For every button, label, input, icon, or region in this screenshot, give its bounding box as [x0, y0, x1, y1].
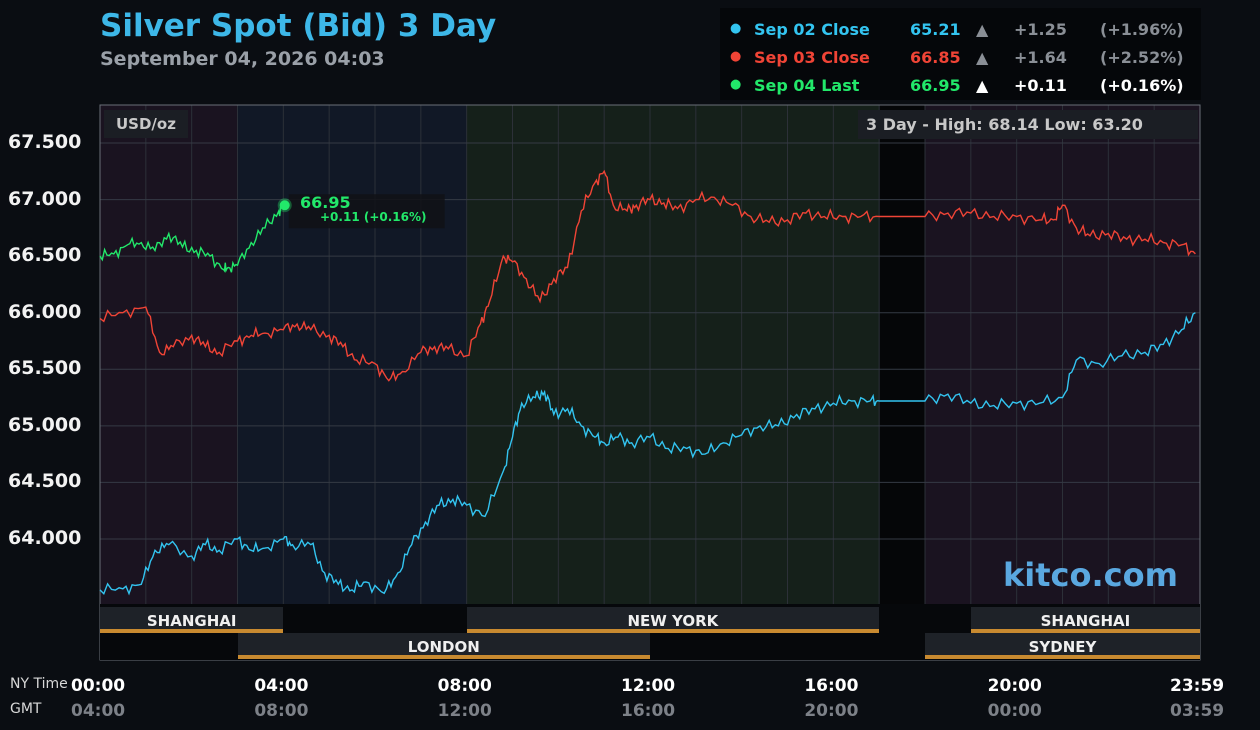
x-tick-gmt: 08:00	[254, 701, 309, 721]
x-tick-ny: 16:00	[804, 676, 859, 696]
session-london: LONDON	[237, 633, 650, 659]
ny-time-label: NY Time	[10, 676, 68, 692]
x-tick-ny: 00:00	[71, 676, 126, 696]
session-shanghai: SHANGHAI	[970, 607, 1200, 633]
y-tick-label: 67.000	[8, 187, 82, 210]
x-tick-gmt: 00:00	[987, 701, 1042, 721]
y-tick-label: 65.500	[8, 357, 82, 380]
x-tick-ny: 12:00	[621, 676, 676, 696]
x-tick-ny: 23:59	[1170, 676, 1225, 696]
y-tick-label: 66.500	[8, 244, 82, 267]
unit-label: USD/oz	[104, 110, 188, 138]
kitco-watermark: kitco.com	[1003, 556, 1178, 594]
x-tick-gmt: 20:00	[804, 701, 859, 721]
session-shanghai: SHANGHAI	[100, 607, 284, 633]
newyork-shading	[466, 105, 880, 604]
y-tick-label: 66.000	[8, 300, 82, 323]
x-tick-gmt: 12:00	[437, 701, 492, 721]
last-point-marker	[279, 200, 290, 211]
closed-shading	[879, 105, 925, 604]
x-tick-ny: 20:00	[987, 676, 1042, 696]
y-tick-label: 65.000	[8, 413, 82, 436]
y-tick-label: 64.000	[8, 527, 82, 549]
y-tick-label: 64.500	[8, 470, 82, 493]
session-sydney: SYDNEY	[925, 633, 1200, 659]
last-price-tooltip-change: +0.11 (+0.16%)	[320, 210, 427, 224]
x-tick-gmt: 03:59	[1170, 701, 1225, 721]
y-tick-label: 67.500	[8, 131, 82, 153]
gmt-label: GMT	[10, 701, 42, 717]
x-tick-gmt: 04:00	[71, 701, 126, 721]
high-low-label: 3 Day - High: 68.14 Low: 63.20	[858, 110, 1198, 139]
x-tick-ny: 04:00	[254, 676, 309, 696]
x-tick-gmt: 16:00	[621, 701, 676, 721]
x-tick-ny: 08:00	[437, 676, 492, 696]
session-new-york: NEW YORK	[466, 607, 880, 633]
